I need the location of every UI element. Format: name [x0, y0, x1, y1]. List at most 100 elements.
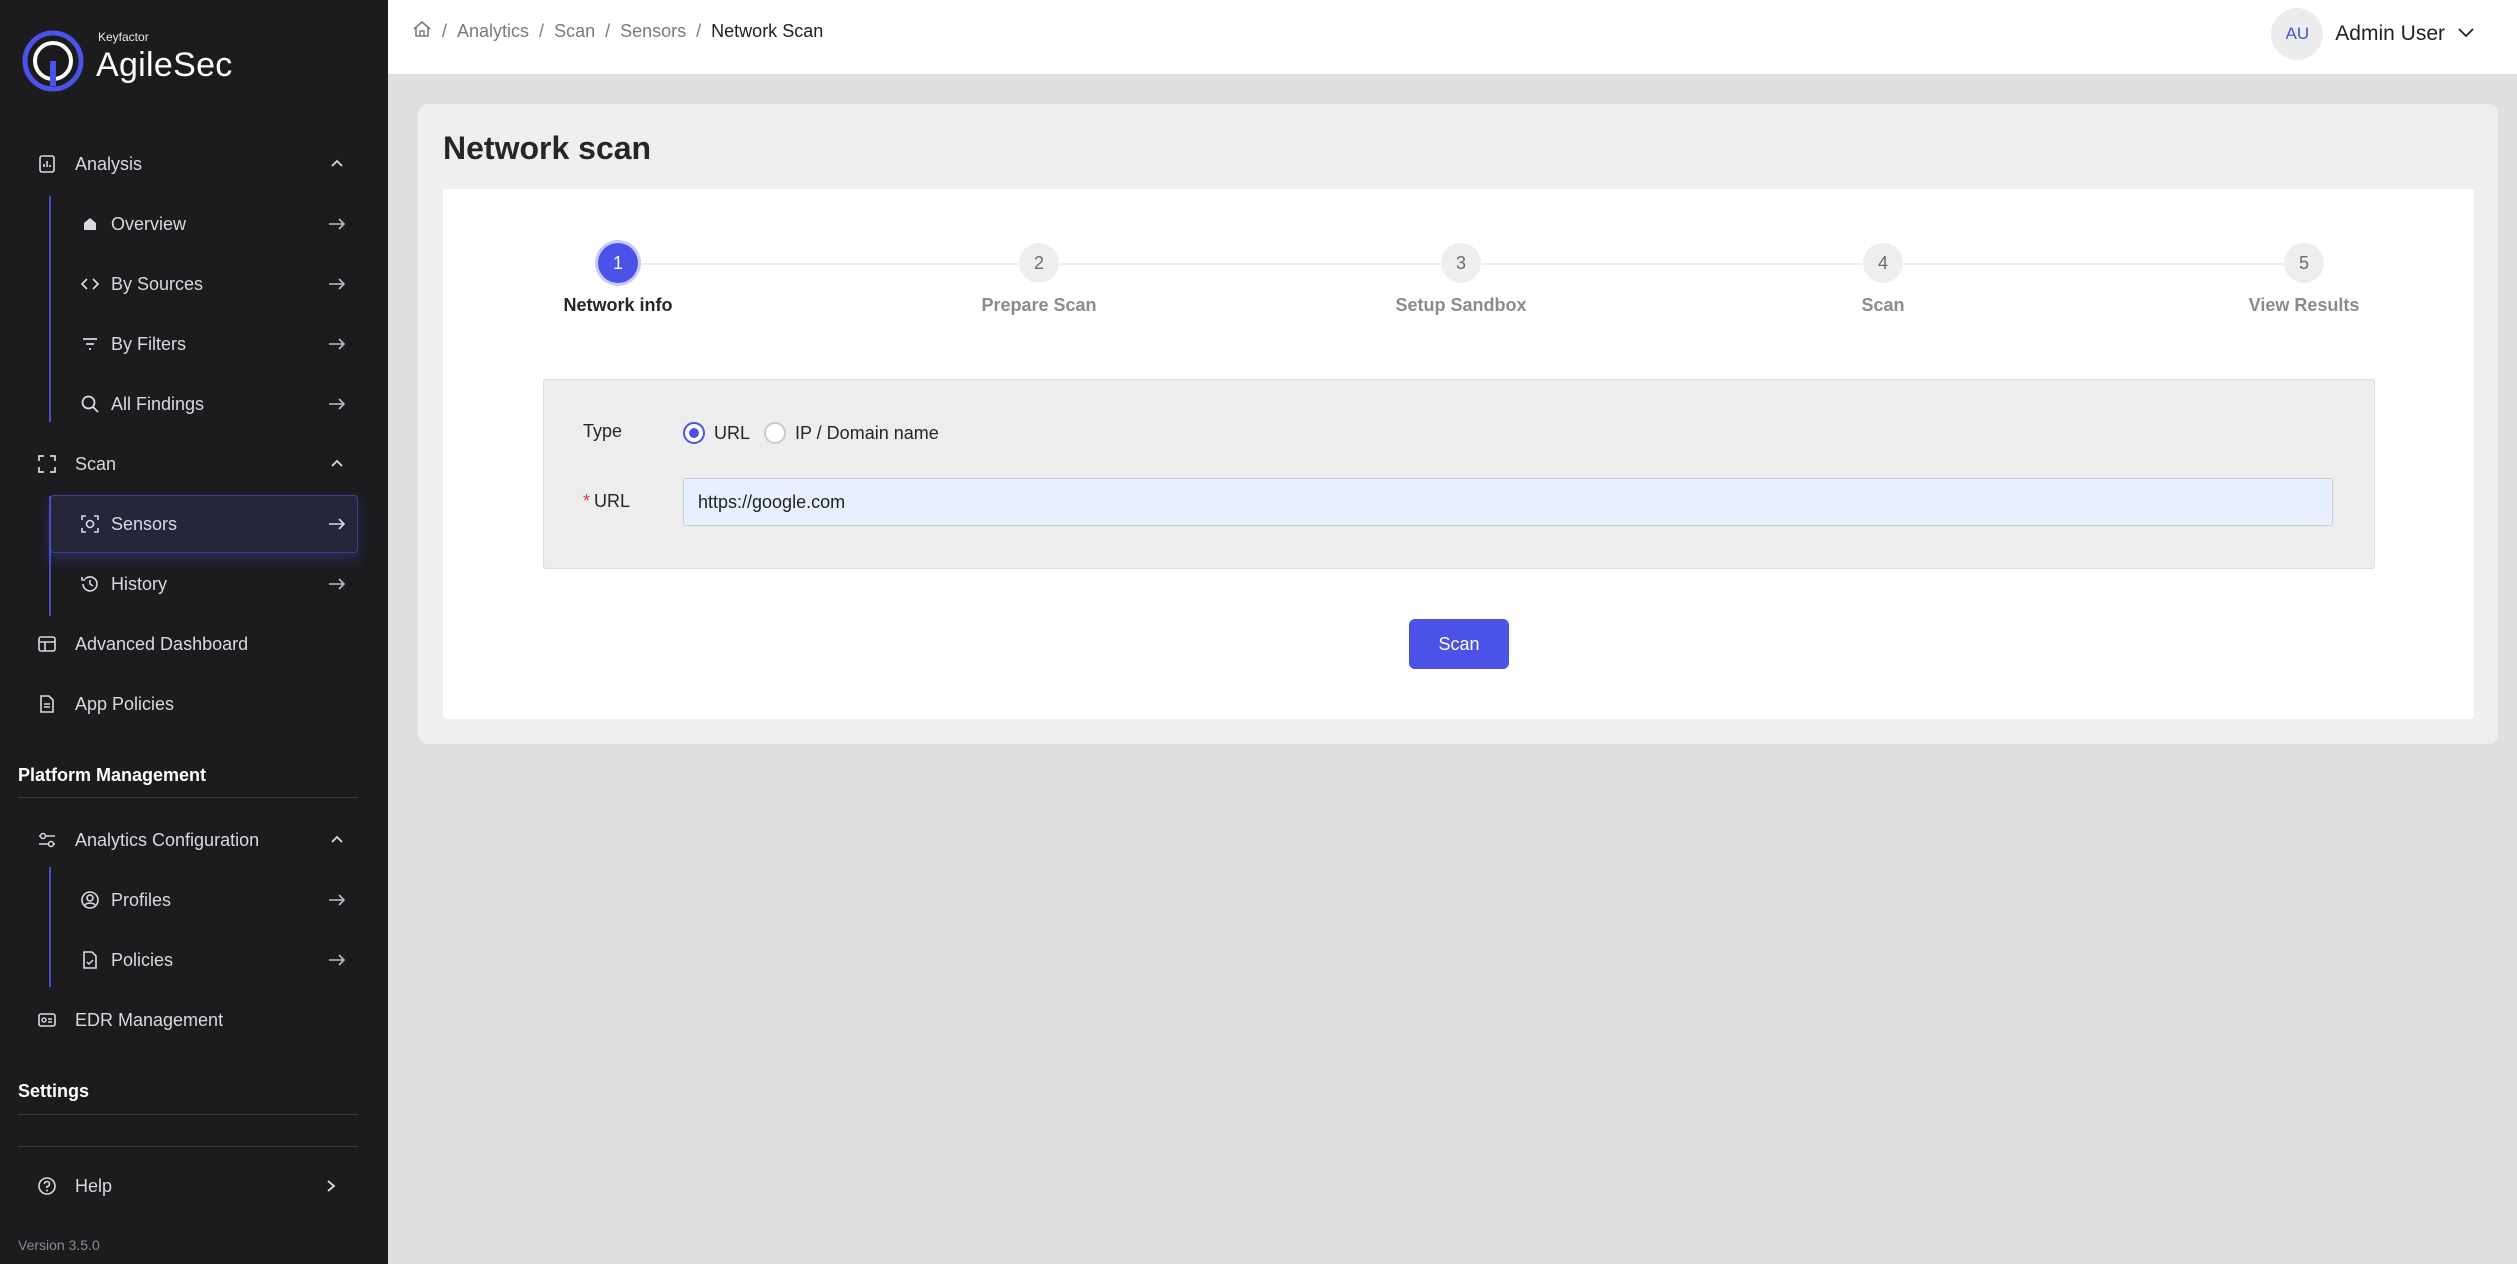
type-label: Type	[583, 421, 623, 441]
step-prepare-scan[interactable]: 2 Prepare Scan	[939, 243, 1139, 316]
sidebar-item-app-policies[interactable]: App Policies	[0, 684, 388, 724]
search-icon	[79, 393, 101, 415]
chevron-down-icon	[2457, 25, 2475, 43]
sidebar-item-profiles[interactable]: Profiles	[0, 880, 388, 920]
avatar: AU	[2271, 8, 2324, 60]
breadcrumb-separator: /	[539, 21, 545, 41]
code-icon	[79, 273, 101, 295]
step-label: Network info	[563, 295, 673, 315]
scan-button[interactable]: Scan	[1409, 619, 1509, 669]
help-icon	[36, 1175, 58, 1197]
network-info-form	[543, 379, 2375, 569]
top-bar: / Analytics / Scan / Sensors / Network S…	[388, 0, 2517, 74]
sidebar-item-analysis[interactable]: Analysis	[0, 144, 388, 184]
arrow-right-icon	[326, 333, 348, 355]
sidebar-item-help[interactable]: Help	[0, 1166, 388, 1206]
breadcrumb-separator: /	[442, 21, 448, 41]
step-view-results[interactable]: 5 View Results	[2204, 243, 2404, 316]
user-menu[interactable]: AU Admin User	[2271, 8, 2475, 60]
breadcrumb: / Analytics / Scan / Sensors / Network S…	[412, 20, 823, 43]
report-icon	[36, 153, 58, 175]
step-scan[interactable]: 4 Scan	[1783, 243, 1983, 316]
sidebar-item-scan[interactable]: Scan	[0, 444, 388, 484]
arrow-right-icon	[326, 393, 348, 415]
type-radio-url[interactable]: URL	[683, 422, 750, 444]
sidebar-item-label: Advanced Dashboard	[75, 633, 249, 654]
arrow-right-icon	[326, 949, 348, 971]
sidebar-item-label: Analytics Configuration	[75, 829, 260, 850]
radio-selected-icon	[683, 422, 705, 444]
required-mark: *	[583, 491, 591, 511]
sidebar-item-label: App Policies	[75, 693, 175, 714]
arrow-right-icon	[326, 213, 348, 235]
logo-icon	[22, 30, 84, 92]
dashboard-icon	[36, 633, 58, 655]
sidebar-item-by-filters[interactable]: By Filters	[0, 324, 388, 364]
type-radio-ip-domain[interactable]: IP / Domain name	[764, 422, 939, 444]
divider	[18, 1146, 358, 1147]
sidebar-item-label: Scan	[75, 453, 117, 474]
radio-unselected-icon	[764, 422, 786, 444]
chevron-up-icon	[326, 453, 348, 475]
section-title-platform: Platform Management	[18, 765, 207, 785]
radio-label: URL	[714, 422, 751, 443]
sidebar-item-history[interactable]: History	[0, 564, 388, 604]
step-number: 2	[1019, 243, 1059, 283]
divider	[18, 1114, 358, 1115]
sidebar-item-label: Profiles	[111, 889, 172, 910]
breadcrumb-separator: /	[605, 21, 611, 41]
chevron-up-icon	[326, 153, 348, 175]
step-network-info[interactable]: 1 Network info	[518, 243, 718, 316]
step-setup-sandbox[interactable]: 3 Setup Sandbox	[1361, 243, 1561, 316]
arrow-right-icon	[326, 273, 348, 295]
url-label: * URL	[583, 491, 630, 512]
sidebar: Keyfactor AgileSec Analysis Overview By …	[0, 0, 388, 1264]
sidebar-item-edr-management[interactable]: EDR Management	[0, 1000, 388, 1040]
user-name: Admin User	[2335, 22, 2445, 45]
chevron-right-icon	[320, 1175, 342, 1197]
sidebar-item-label: Help	[75, 1175, 113, 1196]
sidebar-item-sensors[interactable]: Sensors	[0, 504, 388, 544]
scan-frame-icon	[36, 453, 58, 475]
arrow-right-icon	[326, 573, 348, 595]
step-number: 3	[1441, 243, 1481, 283]
id-card-icon	[36, 1009, 58, 1031]
sidebar-item-by-sources[interactable]: By Sources	[0, 264, 388, 304]
breadcrumb-scan[interactable]: Scan	[554, 21, 595, 42]
step-number: 4	[1863, 243, 1903, 283]
section-title-settings: Settings	[18, 1081, 90, 1101]
arrow-right-icon	[326, 513, 348, 535]
divider	[18, 797, 358, 798]
document-icon	[36, 693, 58, 715]
step-label: View Results	[2248, 295, 2360, 315]
policy-document-icon	[79, 949, 101, 971]
brand-name: AgileSec	[96, 45, 233, 84]
history-icon	[79, 573, 101, 595]
user-circle-icon	[79, 889, 101, 911]
sidebar-item-label: History	[111, 573, 168, 594]
sidebar-item-label: By Sources	[111, 273, 204, 294]
sidebar-item-all-findings[interactable]: All Findings	[0, 384, 388, 424]
brand-logo[interactable]: Keyfactor AgileSec	[22, 30, 233, 92]
sidebar-item-label: Policies	[111, 949, 174, 970]
sidebar-item-label: Analysis	[75, 153, 143, 174]
sidebar-item-overview[interactable]: Overview	[0, 204, 388, 244]
sidebar-item-policies[interactable]: Policies	[0, 940, 388, 980]
step-number: 5	[2284, 243, 2324, 283]
breadcrumb-current: Network Scan	[711, 21, 824, 41]
breadcrumb-sensors[interactable]: Sensors	[620, 21, 686, 42]
radio-label: IP / Domain name	[795, 422, 939, 443]
sidebar-item-label: By Filters	[111, 333, 187, 354]
home-icon	[79, 213, 101, 235]
sidebar-item-label: EDR Management	[75, 1009, 224, 1030]
url-label-text: URL	[594, 491, 631, 511]
home-icon[interactable]	[412, 20, 432, 43]
sidebar-item-label: Sensors	[111, 513, 178, 534]
url-input[interactable]	[683, 478, 2333, 526]
sidebar-item-analytics-configuration[interactable]: Analytics Configuration	[0, 820, 388, 860]
sidebar-item-advanced-dashboard[interactable]: Advanced Dashboard	[0, 624, 388, 664]
step-number: 1	[598, 243, 638, 283]
page-title: Network scan	[443, 130, 652, 166]
brand-company: Keyfactor	[98, 29, 149, 44]
breadcrumb-analytics[interactable]: Analytics	[457, 21, 529, 42]
